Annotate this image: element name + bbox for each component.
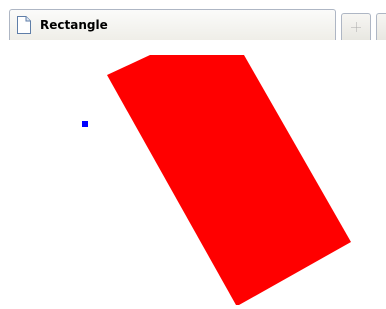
document-icon [16,16,32,34]
red-rectangle-shape[interactable] [107,55,351,305]
new-tab-button[interactable] [341,13,371,40]
tab-overflow-edge [376,13,386,40]
tab-rectangle[interactable]: Rectangle [9,9,336,40]
drawing-canvas[interactable] [0,40,386,305]
selection-handle[interactable] [82,121,88,127]
tab-title: Rectangle [40,18,108,32]
plus-icon [351,22,362,33]
